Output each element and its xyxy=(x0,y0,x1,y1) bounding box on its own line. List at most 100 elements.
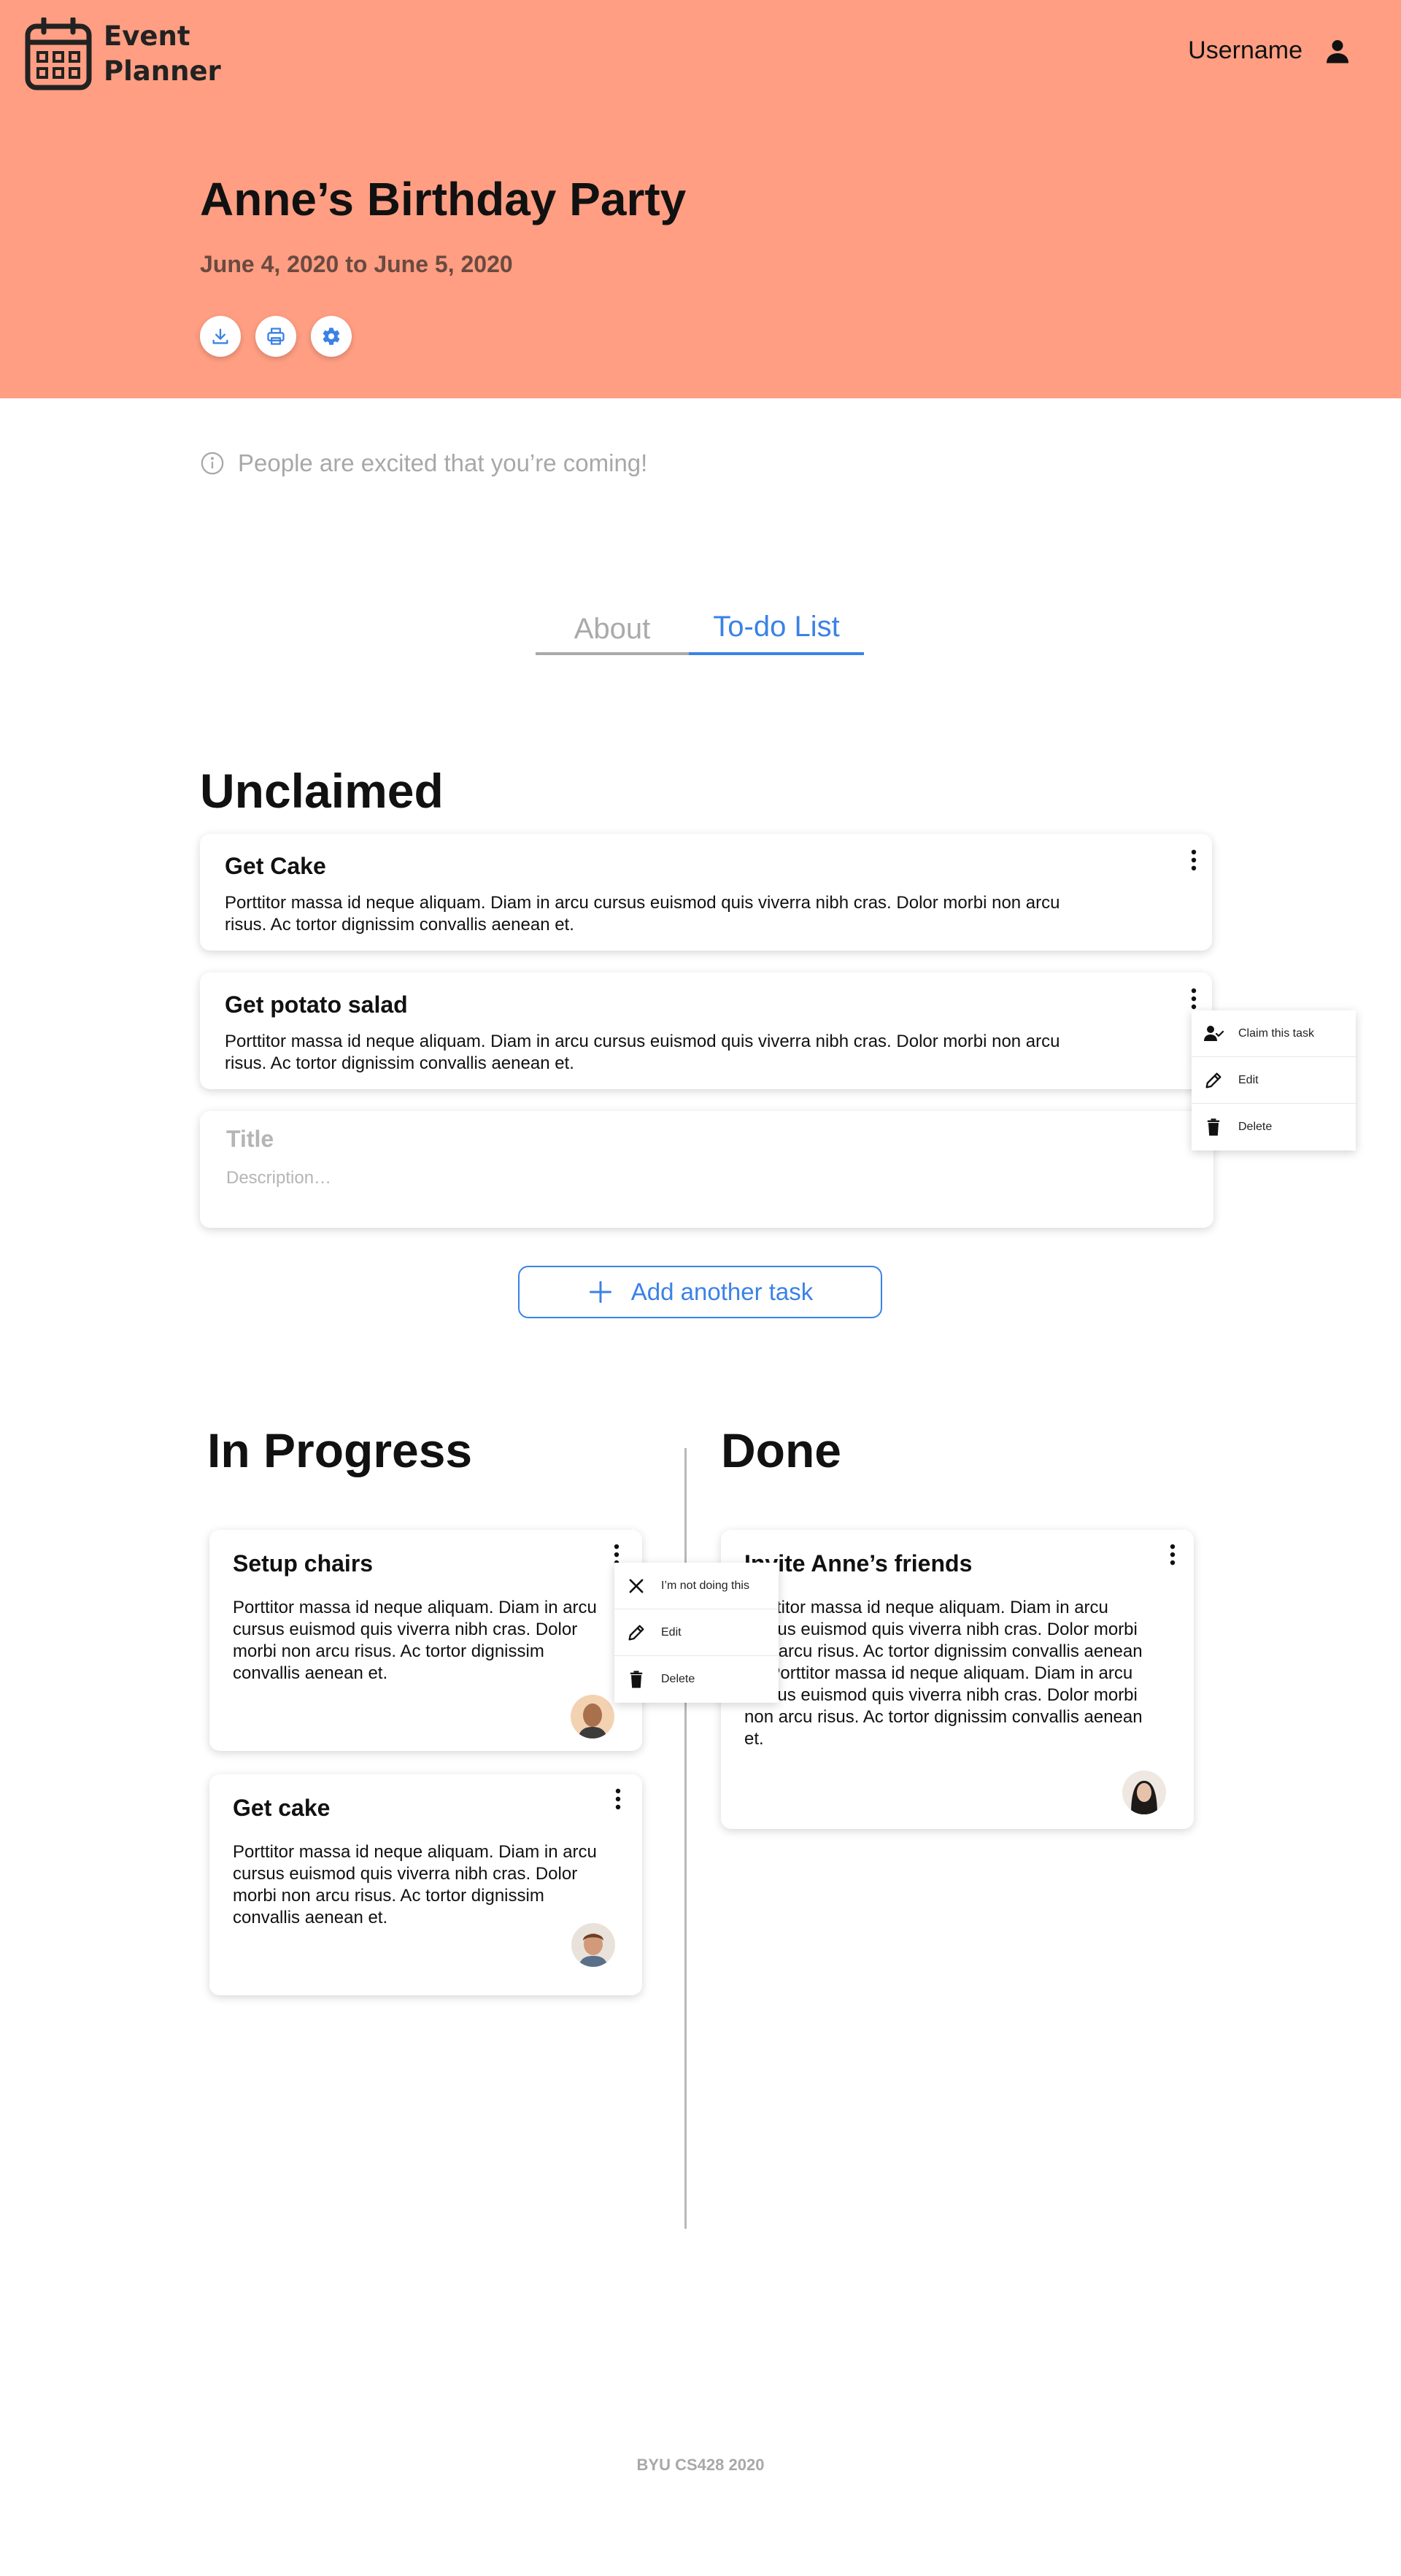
assignee-avatar xyxy=(1122,1771,1166,1814)
task-description: Porttitor massa id neque aliquam. Diam i… xyxy=(225,892,1060,936)
task-title: Get cake xyxy=(233,1795,331,1821)
more-vertical-icon xyxy=(1170,1544,1176,1566)
attendance-text: People are excited that you’re coming! xyxy=(238,449,648,476)
task-description-line: risus. Ac tortor dignissim convallis aen… xyxy=(225,915,574,935)
task-description: Porttitor massa id neque aliquam. Diam i… xyxy=(225,1031,1060,1075)
in-progress-task-menu: I’m not doing this Edit Delete xyxy=(614,1563,779,1703)
unclaimed-task-menu: Claim this task Edit Delete xyxy=(1192,1010,1356,1150)
task-title: Get Cake xyxy=(225,853,326,879)
event-actions xyxy=(200,316,352,357)
tab-about[interactable]: About xyxy=(536,606,689,655)
menu-item-label: I’m not doing this xyxy=(661,1579,749,1592)
task-description: Porttitor massa id neque aliquam. Diam i… xyxy=(233,1597,597,1685)
username-label: Username xyxy=(1188,36,1302,64)
tab-todo-list[interactable]: To-do List xyxy=(689,606,864,655)
delete-menu-item[interactable]: Delete xyxy=(614,1656,779,1703)
attendance-note: People are excited that you’re coming! xyxy=(200,449,647,477)
event-dates: June 4, 2020 to June 5, 2020 xyxy=(200,251,513,277)
download-button[interactable] xyxy=(200,316,241,357)
app-name-line1: Event xyxy=(104,20,190,52)
add-task-label: Add another task xyxy=(630,1278,814,1305)
task-menu-button[interactable] xyxy=(607,1786,629,1812)
print-button[interactable] xyxy=(255,316,296,357)
print-icon xyxy=(267,328,285,345)
task-description-line: Porttitor massa id neque aliquam. Diam i… xyxy=(233,1598,597,1617)
task-description: Porttitor massa id neque aliquam. Diam i… xyxy=(744,1597,1143,1750)
task-card[interactable]: Invite Anne’s friends Porttitor massa id… xyxy=(721,1530,1194,1829)
task-menu-button[interactable] xyxy=(1183,986,1205,1012)
more-vertical-icon xyxy=(615,1788,621,1810)
event-header: Event Planner Username Anne’s Birthday P… xyxy=(0,0,1401,398)
trash-icon xyxy=(1207,1118,1220,1136)
task-description: Porttitor massa id neque aliquam. Diam i… xyxy=(233,1841,597,1929)
more-vertical-icon xyxy=(1191,988,1197,1010)
task-description-line: morbi non arcu risus. Ac tortor dignissi… xyxy=(233,1641,544,1661)
footer-text: BYU CS428 2020 xyxy=(636,2456,765,2474)
task-card[interactable]: Get cake Porttitor massa id neque aliqua… xyxy=(209,1774,642,1995)
task-description-line: cursus euismod quis viverra nibh cras. D… xyxy=(233,1864,578,1884)
close-icon xyxy=(629,1579,644,1593)
new-task-title-input[interactable]: Title xyxy=(226,1126,274,1153)
done-heading: Done xyxy=(721,1423,841,1477)
user-menu[interactable]: Username xyxy=(1188,36,1351,65)
task-description-line: cursus euismod quis viverra nibh cras. D… xyxy=(744,1685,1138,1705)
info-icon xyxy=(201,452,224,475)
avatar-man-brown-hair xyxy=(571,1923,615,1967)
task-description-line: convallis aenean et. xyxy=(233,1908,388,1927)
avatar-woman-dark-hair xyxy=(1122,1771,1166,1814)
menu-item-label: Claim this task xyxy=(1238,1026,1315,1040)
new-task-form: Title Description… xyxy=(200,1111,1213,1228)
calendar-icon xyxy=(25,18,92,90)
task-description-line: Porttitor massa id neque aliquam. Diam i… xyxy=(744,1598,1108,1617)
task-description-line: morbi non arcu risus. Ac tortor dignissi… xyxy=(233,1886,544,1906)
pencil-icon xyxy=(628,1625,644,1640)
unclaim-menu-item[interactable]: I’m not doing this xyxy=(614,1563,779,1609)
event-tabs: About To-do List xyxy=(536,606,864,655)
task-menu-button[interactable] xyxy=(1183,847,1205,873)
delete-menu-item[interactable]: Delete xyxy=(1192,1104,1356,1150)
trash-icon xyxy=(630,1671,643,1688)
pencil-icon xyxy=(1205,1072,1221,1088)
assignee-avatar xyxy=(571,1923,615,1967)
assignee-avatar xyxy=(571,1695,614,1738)
task-description-line: non arcu risus. Ac tortor dignissim conv… xyxy=(744,1707,1143,1727)
task-description-line: non arcu risus. Ac tortor dignissim conv… xyxy=(744,1641,1143,1661)
task-description-line: risus. Ac tortor dignissim convallis aen… xyxy=(225,1053,574,1073)
task-card[interactable]: Setup chairs Porttitor massa id neque al… xyxy=(209,1530,642,1751)
task-description-line: convallis aenean et. xyxy=(233,1663,388,1683)
menu-item-label: Edit xyxy=(1238,1073,1259,1086)
settings-button[interactable] xyxy=(311,316,352,357)
app-logo[interactable]: Event Planner xyxy=(25,18,221,90)
edit-menu-item[interactable]: Edit xyxy=(614,1609,779,1656)
unclaimed-heading: Unclaimed xyxy=(200,764,444,818)
new-task-description-input[interactable]: Description… xyxy=(226,1168,331,1188)
task-description-line: cursus euismod quis viverra nibh cras. D… xyxy=(233,1620,578,1639)
download-icon xyxy=(212,328,228,344)
gear-icon xyxy=(323,328,340,345)
more-vertical-icon xyxy=(1191,849,1197,871)
task-description-line: et. xyxy=(744,1729,764,1749)
claim-user-check-icon xyxy=(1204,1025,1224,1041)
task-description-line: Porttitor massa id neque aliquam. Diam i… xyxy=(225,1032,1060,1051)
task-description-line: Porttitor massa id neque aliquam. Diam i… xyxy=(225,893,1060,913)
task-description-line: et. Porttitor massa id neque aliquam. Di… xyxy=(744,1663,1133,1683)
person-icon xyxy=(1327,39,1348,63)
task-description-line: Porttitor massa id neque aliquam. Diam i… xyxy=(233,1842,597,1862)
plus-icon xyxy=(589,1281,611,1303)
task-card[interactable]: Get Cake Porttitor massa id neque aliqua… xyxy=(200,834,1212,951)
in-progress-heading: In Progress xyxy=(207,1423,473,1477)
menu-item-label: Delete xyxy=(661,1673,695,1685)
edit-menu-item[interactable]: Edit xyxy=(1192,1057,1356,1104)
menu-item-label: Delete xyxy=(1238,1121,1273,1133)
claim-task-menu-item[interactable]: Claim this task xyxy=(1192,1010,1356,1057)
avatar-man-bald xyxy=(571,1695,614,1738)
task-title: Get potato salad xyxy=(225,991,408,1018)
task-menu-button[interactable] xyxy=(1162,1542,1184,1568)
task-card[interactable]: Get potato salad Porttitor massa id nequ… xyxy=(200,972,1212,1089)
task-description-line: cursus euismod quis viverra nibh cras. D… xyxy=(744,1620,1138,1639)
menu-item-label: Edit xyxy=(661,1625,682,1639)
event-title: Anne’s Birthday Party xyxy=(200,173,687,225)
app-name-line2: Planner xyxy=(104,55,221,87)
task-title: Setup chairs xyxy=(233,1550,374,1577)
add-task-button[interactable]: Add another task xyxy=(518,1266,882,1318)
